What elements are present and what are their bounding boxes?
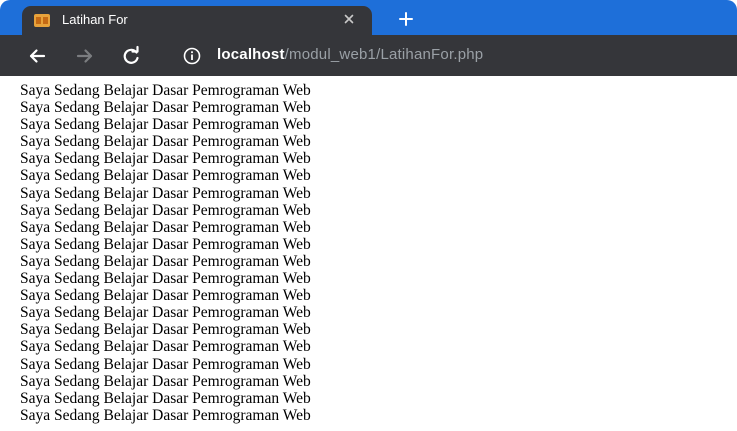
output-line: Saya Sedang Belajar Dasar Pemrograman We… — [20, 133, 311, 151]
output-line: Saya Sedang Belajar Dasar Pemrograman We… — [20, 116, 311, 134]
output-line: Saya Sedang Belajar Dasar Pemrograman We… — [20, 372, 311, 390]
output-line: Saya Sedang Belajar Dasar Pemrograman We… — [20, 184, 311, 202]
output-line: Saya Sedang Belajar Dasar Pemrograman We… — [20, 218, 311, 236]
new-tab-icon[interactable] — [398, 11, 414, 27]
output-line: Saya Sedang Belajar Dasar Pemrograman We… — [20, 287, 311, 305]
close-tab-icon[interactable] — [341, 11, 357, 27]
output-line: Saya Sedang Belajar Dasar Pemrograman We… — [20, 321, 311, 339]
back-arrow-icon[interactable] — [26, 45, 48, 67]
address-bar-url[interactable]: localhost/modul_web1/LatihanFor.php — [217, 46, 483, 63]
page-content: Saya Sedang Belajar Dasar Pemrograman We… — [20, 82, 720, 424]
output-line: Saya Sedang Belajar Dasar Pemrograman We… — [20, 150, 311, 168]
tab-latihan-for[interactable]: Latihan For — [22, 6, 372, 35]
output-line: Saya Sedang Belajar Dasar Pemrograman We… — [20, 389, 311, 407]
output-line: Saya Sedang Belajar Dasar Pemrograman We… — [20, 304, 311, 322]
output-line: Saya Sedang Belajar Dasar Pemrograman We… — [20, 270, 311, 288]
favicon-icon — [34, 14, 50, 27]
output-line: Saya Sedang Belajar Dasar Pemrograman We… — [20, 252, 311, 270]
output-line: Saya Sedang Belajar Dasar Pemrograman We… — [20, 338, 311, 356]
tab-strip: Latihan For — [0, 0, 737, 35]
reload-icon[interactable] — [120, 45, 142, 67]
output-line: Saya Sedang Belajar Dasar Pemrograman We… — [20, 82, 311, 99]
info-icon[interactable] — [183, 47, 201, 65]
output-line: Saya Sedang Belajar Dasar Pemrograman We… — [20, 167, 311, 185]
output-line: Saya Sedang Belajar Dasar Pemrograman We… — [20, 99, 311, 117]
browser-toolbar: localhost/modul_web1/LatihanFor.php — [0, 35, 737, 76]
url-path: /modul_web1/LatihanFor.php — [284, 46, 484, 63]
url-host: localhost — [217, 46, 285, 63]
forward-arrow-icon[interactable] — [74, 45, 96, 67]
tab-title: Latihan For — [62, 12, 128, 27]
output-line: Saya Sedang Belajar Dasar Pemrograman We… — [20, 406, 311, 424]
output-line: Saya Sedang Belajar Dasar Pemrograman We… — [20, 201, 311, 219]
output-line: Saya Sedang Belajar Dasar Pemrograman We… — [20, 355, 311, 373]
output-line: Saya Sedang Belajar Dasar Pemrograman We… — [20, 235, 311, 253]
